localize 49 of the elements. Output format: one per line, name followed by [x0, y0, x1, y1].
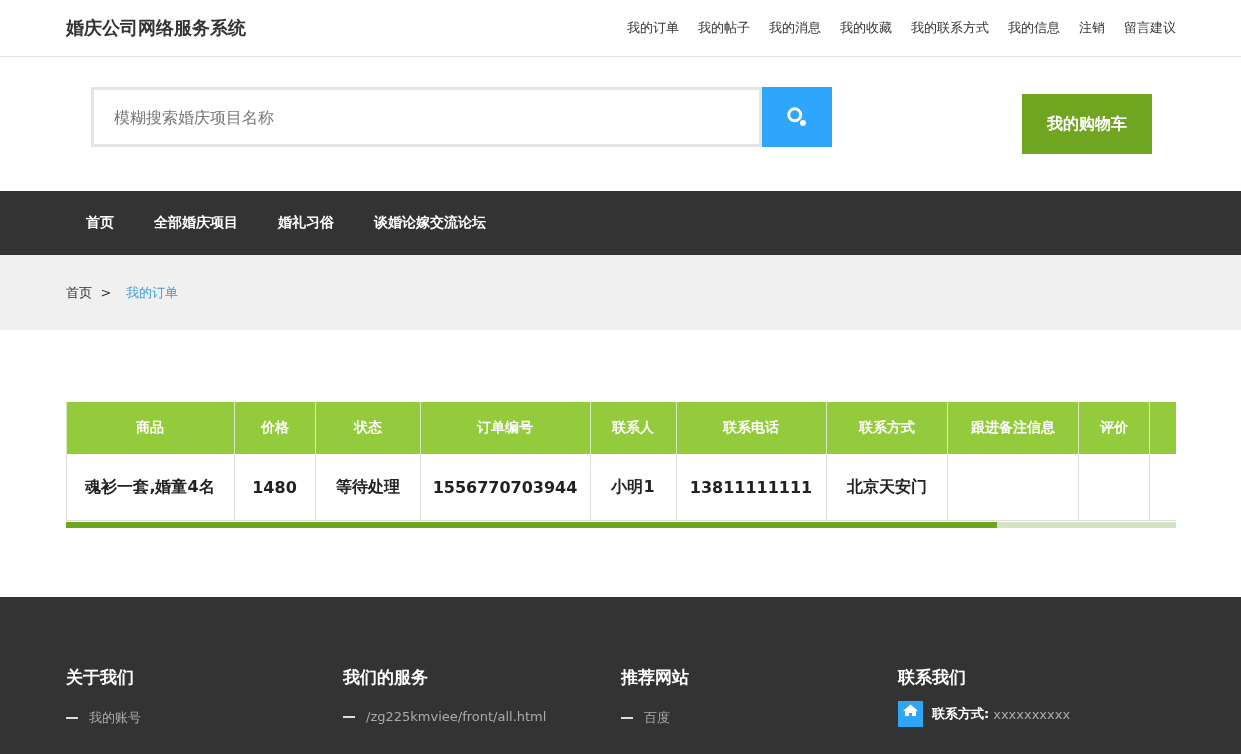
table-header-cell: 联系电话 [676, 402, 826, 454]
footer-heading: 推荐网站 [620, 667, 690, 687]
table-header-cell: 跟进备注信息 [947, 402, 1078, 454]
search-button[interactable] [761, 87, 832, 147]
top-nav-link[interactable]: 我的消息 [768, 19, 821, 37]
dash-icon [65, 717, 78, 719]
main-nav-link[interactable]: 谈婚论嫁交流论坛 [353, 214, 506, 232]
top-nav-link[interactable]: 我的联系方式 [910, 19, 989, 37]
footer-link[interactable]: /zg225kmviee/front/all.html [366, 709, 547, 724]
footer-heading: 我们的服务 [343, 667, 429, 687]
dash-icon [343, 715, 355, 718]
top-nav-link[interactable]: 我的信息 [1007, 19, 1060, 37]
search-field[interactable]: 模糊搜索婚庆项目名称 [90, 87, 762, 147]
table-cell: 1556770703944 [420, 454, 590, 521]
footer-link[interactable]: 我的账号 [88, 709, 141, 727]
table-cell: 等待处理 [315, 454, 420, 521]
scrollbar-thumb[interactable] [65, 522, 997, 528]
breadcrumb-separator: > [100, 285, 112, 300]
footer-heading: 联系我们 [898, 667, 967, 687]
top-nav-link[interactable]: 我的订单 [626, 19, 679, 37]
table-header-cell: 联系方式 [826, 402, 947, 454]
search-icon [785, 106, 808, 128]
table-header-cell: 联系人 [590, 402, 676, 454]
main-nav-link[interactable]: 婚礼习俗 [257, 214, 354, 232]
site-title: 婚庆公司网络服务系统 [65, 16, 246, 40]
top-nav-link[interactable]: 留言建议 [1123, 19, 1176, 37]
table-cell: 魂衫一套,婚童4名 [66, 454, 234, 521]
table-header-cell: 价格 [234, 402, 315, 454]
table-cell: 北京天安门 [826, 454, 947, 521]
home-icon [898, 701, 923, 727]
table-header-cell: 评价 [1078, 402, 1149, 454]
top-nav-link[interactable]: 我的收藏 [839, 19, 892, 37]
footer-link[interactable]: 百度 [643, 709, 670, 727]
top-nav-link[interactable]: 注销 [1078, 19, 1105, 37]
table-cell: 13811111111 [676, 454, 826, 521]
contact-value: xxxxxxxxxx [993, 706, 1071, 722]
dash-icon [620, 717, 633, 719]
table-header-cell: 商品 [66, 402, 234, 454]
breadcrumb-link[interactable]: 首页 [65, 283, 92, 302]
table-cell: 小明1 [590, 454, 676, 521]
table-header-cell: 状态 [315, 402, 420, 454]
contact-label: 联系方式: [932, 705, 990, 723]
table-cell: 1480 [234, 454, 315, 521]
top-nav-link[interactable]: 我的帖子 [697, 19, 750, 37]
main-nav-link[interactable]: 首页 [65, 214, 134, 232]
table-header-cell: 订单编号 [420, 402, 590, 454]
main-nav-link[interactable]: 全部婚庆项目 [133, 214, 258, 232]
footer-heading: 关于我们 [65, 667, 135, 687]
scrollbar-track[interactable] [65, 522, 1176, 528]
